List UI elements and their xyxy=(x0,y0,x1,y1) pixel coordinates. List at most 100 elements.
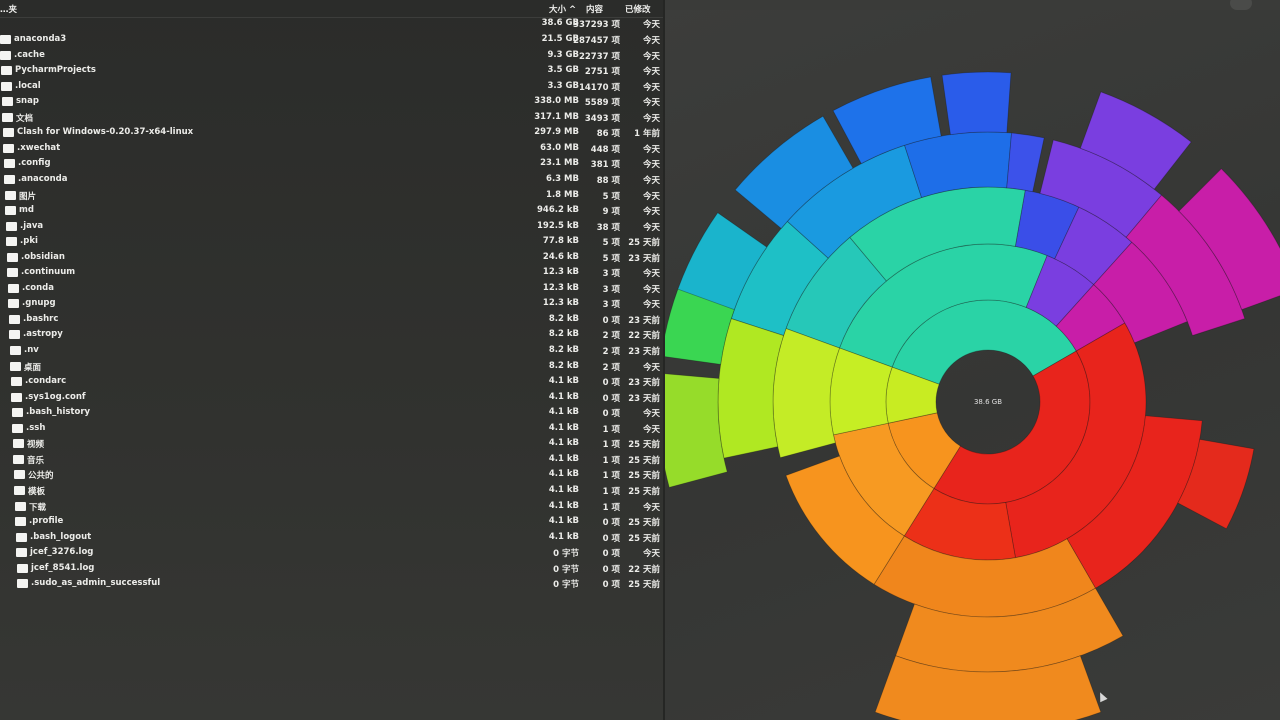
folder-icon xyxy=(5,190,16,200)
table-row[interactable]: 视频 4.1 kB 1 项 25 天前 xyxy=(0,437,663,452)
segment-ring3-local[interactable] xyxy=(772,327,841,459)
column-header-size[interactable]: 大小 ^ xyxy=(549,3,576,15)
row-items: 5 项 xyxy=(602,238,620,249)
table-row[interactable]: .conda 12.3 kB 3 项 今天 xyxy=(0,282,663,297)
table-row[interactable]: .sudo_as_admin_successful 0 字节 0 项 25 天前 xyxy=(0,577,663,592)
segment-ring4-lime[interactable] xyxy=(717,318,785,459)
table-row[interactable]: 下载 4.1 kB 1 项 今天 xyxy=(0,500,663,515)
row-modified: 25 天前 xyxy=(628,533,660,544)
segment-ring4-indigo[interactable] xyxy=(1006,132,1045,193)
segment-ring5-lime[interactable] xyxy=(665,373,728,488)
row-items: 0 项 xyxy=(602,580,620,591)
row-items: 0 项 xyxy=(602,549,620,560)
table-row[interactable]: .cache 9.3 GB 22737 项 今天 xyxy=(0,49,663,64)
row-modified: 今天 xyxy=(642,67,660,78)
row-modified: 今天 xyxy=(642,300,660,311)
folder-icon xyxy=(2,112,13,122)
table-row[interactable]: 音乐 4.1 kB 1 项 25 天前 xyxy=(0,453,663,468)
table-row[interactable]: .bash_history 4.1 kB 0 项 今天 xyxy=(0,406,663,421)
table-row[interactable]: .ssh 4.1 kB 1 项 今天 xyxy=(0,422,663,437)
row-modified: 25 天前 xyxy=(628,486,660,497)
row-modified: 今天 xyxy=(642,160,660,171)
sunburst-chart[interactable]: 38.6 GB xyxy=(665,0,1280,720)
row-size: 8.2 kB xyxy=(548,329,579,340)
table-row[interactable]: .gnupg 12.3 kB 3 项 今天 xyxy=(0,297,663,312)
row-modified: 今天 xyxy=(642,549,660,560)
row-size: 12.3 kB xyxy=(542,267,579,278)
table-row[interactable]: 桌面 8.2 kB 2 项 今天 xyxy=(0,360,663,375)
row-name: .sudo_as_admin_successful xyxy=(31,578,161,589)
table-row[interactable]: jcef_8541.log 0 字节 0 项 22 天前 xyxy=(0,562,663,577)
table-row[interactable]: .nv 8.2 kB 2 项 23 天前 xyxy=(0,344,663,359)
row-modified: 今天 xyxy=(642,207,660,218)
folder-icon xyxy=(15,501,26,511)
row-modified: 今天 xyxy=(642,222,660,233)
folder-icon xyxy=(11,377,22,387)
folder-icon xyxy=(7,252,18,262)
table-row[interactable]: .bashrc 8.2 kB 0 项 23 天前 xyxy=(0,313,663,328)
folder-icon xyxy=(8,299,19,309)
row-modified: 今天 xyxy=(642,175,660,186)
row-size: 12.3 kB xyxy=(542,282,579,293)
row-modified: 25 天前 xyxy=(628,238,660,249)
column-header-modified[interactable]: 已修改 xyxy=(625,3,651,15)
table-row[interactable]: anaconda3 21.5 GB 287457 项今天 xyxy=(0,33,663,48)
row-name: 图片 xyxy=(19,191,37,202)
row-items: 1 项 xyxy=(602,502,620,513)
folder-icon xyxy=(5,206,16,216)
row-name: .conda xyxy=(22,282,54,293)
table-row[interactable]: .local 3.3 GB 14170 项 今天 xyxy=(0,80,663,95)
folder-icon xyxy=(16,548,27,558)
column-header-items[interactable]: 内容 xyxy=(586,3,603,15)
table-row[interactable]: snap 338.0 MB 5589 项 今天 xyxy=(0,95,663,110)
row-size: 24.6 kB xyxy=(542,251,579,262)
row-modified: 今天 xyxy=(642,269,660,280)
table-row[interactable]: .bash_logout 4.1 kB 0 项 25 天前 xyxy=(0,531,663,546)
row-size: 4.1 kB xyxy=(548,500,579,511)
table-row[interactable]: .java 192.5 kB 38 项 今天 xyxy=(0,220,663,235)
table-row[interactable]: Clash for Windows-0.20.37-x64-linux 297.9… xyxy=(0,126,663,141)
table-row[interactable]: md 946.2 kB 9 项 今天 xyxy=(0,204,663,219)
row-name: .profile xyxy=(29,516,64,527)
row-name: .xwechat xyxy=(17,142,61,153)
folder-icon xyxy=(6,221,17,231)
table-row[interactable]: .obsidian 24.6 kB 5 项 23 天前 xyxy=(0,251,663,266)
table-row[interactable]: .anaconda 6.3 MB 88 项 今天 xyxy=(0,173,663,188)
table-row[interactable]: .pki 77.8 kB 5 项 25 天前 xyxy=(0,235,663,250)
table-row[interactable]: .continuum 12.3 kB 3 项 今天 xyxy=(0,266,663,281)
table-row[interactable]: jcef_3276.log 0 字节 0 项 今天 xyxy=(0,546,663,561)
row-name: 视频 xyxy=(27,440,45,451)
row-modified: 今天 xyxy=(642,502,660,513)
row-items: 2 项 xyxy=(602,331,620,342)
row-items: 3 项 xyxy=(602,269,620,280)
folder-icon xyxy=(9,330,20,340)
row-modified: 23 天前 xyxy=(628,347,660,357)
table-row[interactable]: PycharmProjects 3.5 GB 2751 项 今天 xyxy=(0,64,663,79)
row-size: 4.1 kB xyxy=(548,531,579,542)
row-name: snap xyxy=(16,96,39,107)
row-size: 0 字节 xyxy=(553,549,579,560)
table-row[interactable]: .xwechat 63.0 MB 448 项 今天 xyxy=(0,142,663,157)
table-row[interactable]: 图片 1.8 MB 5 项 今天 xyxy=(0,189,663,204)
table-row[interactable]: .config 23.1 MB 381 项 今天 xyxy=(0,157,663,172)
row-items: 0 项 xyxy=(602,409,620,420)
table-row[interactable]: .condarc 4.1 kB 0 项 23 天前 xyxy=(0,375,663,390)
row-name: md xyxy=(19,205,34,216)
table-row[interactable]: 文档 317.1 MB 3493 项 今天 xyxy=(0,111,663,126)
row-size: 338.0 MB xyxy=(534,96,579,107)
row-items: 2 项 xyxy=(602,347,620,357)
table-row[interactable]: .profile 4.1 kB 0 项 25 天前 xyxy=(0,515,663,530)
table-row[interactable]: .astropy 8.2 kB 2 项 22 天前 xyxy=(0,328,663,343)
row-size: 192.5 kB xyxy=(537,220,579,231)
row-name: .astropy xyxy=(23,329,63,340)
table-row[interactable]: 模板 4.1 kB 1 项 25 天前 xyxy=(0,484,663,499)
row-modified: 22 天前 xyxy=(628,564,660,575)
folder-icon xyxy=(17,563,28,573)
table-row[interactable]: .sys1og.conf 4.1 kB 0 项 23 天前 xyxy=(0,391,663,406)
row-items: 0 项 xyxy=(602,533,620,544)
row-size: 63.0 MB xyxy=(540,142,579,153)
segment-ring5-deepblue[interactable] xyxy=(941,71,1012,136)
table-row[interactable]: 公共的 4.1 kB 1 项 25 天前 xyxy=(0,468,663,483)
folder-icon xyxy=(10,346,21,355)
column-header-name[interactable]: …夹 xyxy=(0,3,17,15)
